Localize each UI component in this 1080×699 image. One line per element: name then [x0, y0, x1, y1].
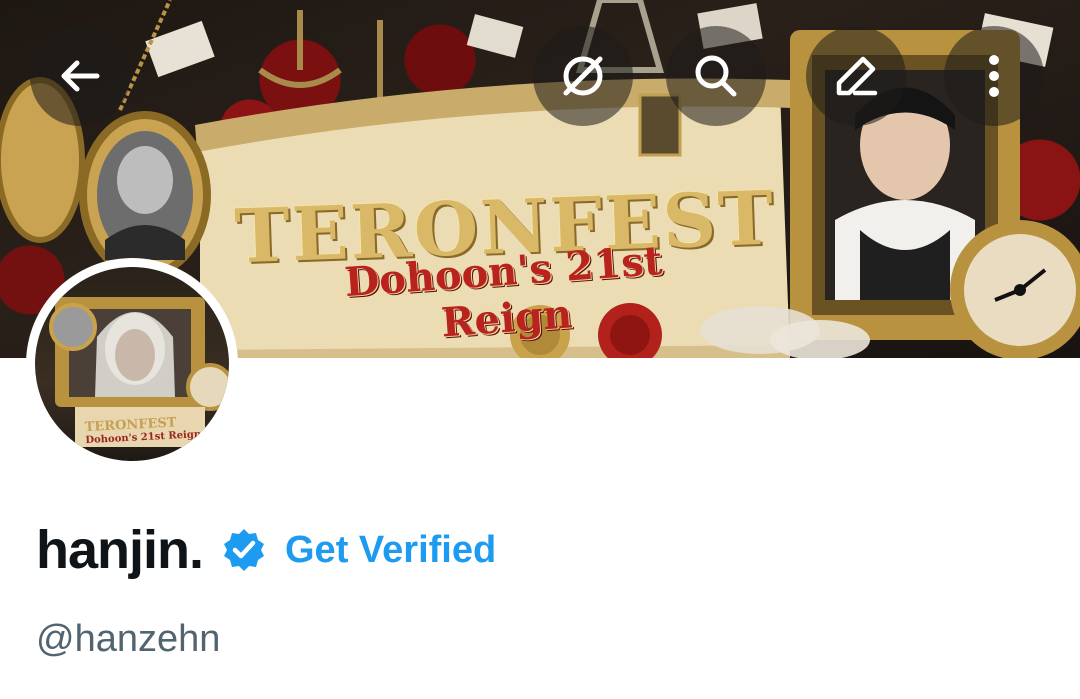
display-name: hanjin.: [36, 520, 204, 580]
profile-name-row: hanjin. Get Verified: [36, 520, 496, 580]
verified-badge-icon[interactable]: [221, 527, 267, 573]
edit-pencil-icon: [836, 56, 878, 96]
arrow-left-icon: [61, 60, 100, 92]
grok-button[interactable]: [533, 26, 633, 126]
get-verified-link[interactable]: Get Verified: [285, 529, 496, 572]
more-vertical-icon: [989, 55, 999, 97]
edit-button[interactable]: [806, 26, 906, 126]
avatar-image: TERONFEST Dohoon's 21st Reign: [35, 267, 229, 461]
back-button[interactable]: [30, 26, 130, 126]
search-icon: [695, 55, 737, 97]
avatar[interactable]: TERONFEST Dohoon's 21st Reign: [26, 258, 238, 470]
user-handle: @hanzehn: [36, 618, 221, 660]
grok-icon: [563, 56, 603, 96]
more-options-button[interactable]: [944, 26, 1044, 126]
search-button[interactable]: [666, 26, 766, 126]
